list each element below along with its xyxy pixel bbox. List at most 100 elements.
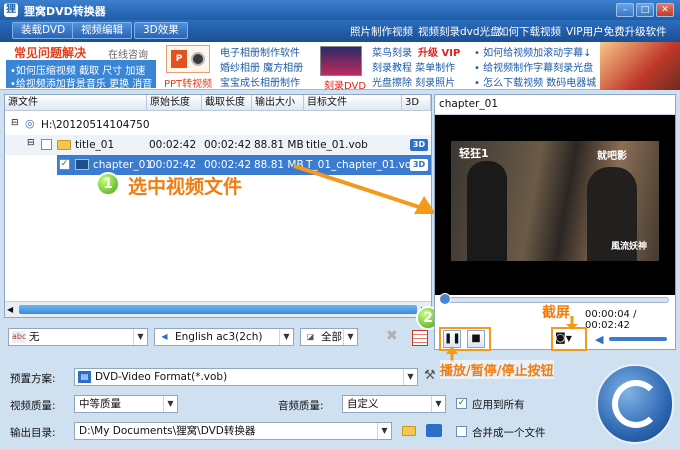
- browse-folder-icon[interactable]: [402, 426, 416, 436]
- clear-list-icon[interactable]: [412, 330, 428, 346]
- output-dir-input[interactable]: D:\My Documents\狸窝\DVD转换器 ▼: [74, 422, 392, 440]
- seek-handle[interactable]: [439, 293, 451, 305]
- time-current: 00:00:04: [585, 309, 630, 320]
- open-folder-icon[interactable]: [426, 424, 442, 437]
- faq-line-music[interactable]: •给视频添加背景音乐 更换 消音: [10, 75, 152, 90]
- step1-caption: 选中视频文件: [128, 176, 243, 198]
- ad-disc-erase[interactable]: 光盘擦除 刻录照片: [372, 74, 455, 89]
- link-photo-video[interactable]: 照片制作视频: [350, 24, 413, 39]
- menu-bar: 装载DVD 视频编辑 3D效果 照片制作视频 视频刻录dvd光盘 如何下载视频 …: [0, 20, 680, 42]
- screenshot-button[interactable]: ◙▼: [555, 331, 572, 344]
- collapse-icon[interactable]: ⊟: [11, 118, 19, 128]
- chevron-down-icon: ▼: [133, 329, 147, 345]
- row-clip-length: 00:02:42: [204, 159, 252, 171]
- 3d-icon[interactable]: 3D: [410, 139, 428, 151]
- ad-subtitle-burn[interactable]: • 给视频制作字幕刻录光盘: [474, 59, 593, 74]
- row-orig-length: 00:02:42: [149, 139, 197, 151]
- video-quality-label: 视频质量:: [10, 400, 56, 412]
- audio-quality-label: 音频质量:: [278, 400, 324, 412]
- scroll-left-icon[interactable]: ◀: [7, 305, 13, 314]
- output-dir-value: D:\My Documents\狸窝\DVD转换器: [79, 425, 256, 437]
- col-source[interactable]: 源文件: [5, 95, 147, 111]
- col-target-file[interactable]: 目标文件: [304, 95, 402, 111]
- burn-dvd-link[interactable]: 刻录DVD: [324, 77, 366, 92]
- ad-novice-burn[interactable]: 菜鸟刻录: [372, 44, 412, 59]
- audio-quality-select[interactable]: 自定义 ▼: [342, 395, 446, 413]
- link-vip-upgrade[interactable]: VIP用户免费升级软件: [566, 24, 667, 39]
- ad-wedding-album[interactable]: 婚纱相册 魔方相册: [220, 59, 303, 74]
- row-name: title_01: [75, 139, 115, 151]
- ad-album-software[interactable]: 电子相册制作软件: [220, 44, 300, 59]
- ad-upgrade-vip[interactable]: 升级 VIP: [418, 44, 460, 59]
- ad-burn-tutorial[interactable]: 刻录教程 菜单制作: [372, 59, 455, 74]
- apply-all-checkbox[interactable]: ✓: [456, 398, 467, 409]
- root-path: H:\20120514104750: [41, 119, 150, 131]
- horizontal-scrollbar[interactable]: ◀ ▶: [5, 301, 431, 317]
- audio-track-select[interactable]: ◀ English ac3(2ch) ▼: [154, 328, 294, 346]
- link-download-video[interactable]: 如何下载视频: [498, 24, 561, 39]
- delete-icon[interactable]: ✖: [386, 328, 398, 344]
- row-size: 88.81 MB: [254, 139, 304, 151]
- scroll-thumb[interactable]: [19, 305, 417, 314]
- output-dir-label: 输出目录:: [10, 427, 56, 439]
- folder-icon: [57, 140, 71, 150]
- faq-box: •如何压缩视频 截取 尺寸 加速 •给视频添加背景音乐 更换 消音: [6, 60, 156, 90]
- row-target: title_01.vob: [306, 139, 368, 151]
- subtitle-select[interactable]: abc 无 ▼: [8, 328, 148, 346]
- arrow-to-screenshot: [566, 316, 578, 330]
- ad-banner: 常见问题解决 在线咨询 •如何压缩视频 截取 尺寸 加速 •给视频添加背景音乐 …: [0, 42, 680, 92]
- row-clip-length: 00:02:42: [204, 139, 252, 151]
- step1-badge: 1: [96, 172, 120, 196]
- chapter-checkbox[interactable]: ✓: [59, 159, 70, 170]
- merge-label: 合并成一个文件: [472, 427, 546, 439]
- convert-button[interactable]: [596, 364, 674, 444]
- close-button[interactable]: ✕: [656, 3, 674, 17]
- link-burn-dvd[interactable]: 视频刻录dvd光盘: [418, 24, 501, 39]
- video-quality-value: 中等质量: [79, 398, 121, 410]
- video-caption-left: 轻狂1: [459, 147, 489, 160]
- maximize-button[interactable]: □: [636, 3, 654, 17]
- video-caption-right: 就吧影: [597, 151, 627, 162]
- film-icon: ▤: [78, 371, 91, 383]
- col-clip-length[interactable]: 截取长度: [202, 95, 252, 111]
- col-3d[interactable]: 3D: [402, 95, 431, 111]
- title-checkbox[interactable]: [41, 139, 52, 150]
- audio-icon: ◀: [161, 332, 168, 341]
- range-select[interactable]: ◪ 全部 ▼: [300, 328, 358, 346]
- merge-checkbox[interactable]: [456, 426, 467, 437]
- table-row[interactable]: ⊟ title_01 00:02:42 00:02:42 88.81 MB ti…: [5, 135, 431, 155]
- video-edit-button[interactable]: 视频编辑: [72, 22, 132, 39]
- ppt-icon[interactable]: P: [166, 45, 210, 73]
- ad-download-digital[interactable]: • 怎么下载视频 数码电器城: [474, 74, 596, 89]
- chevron-down-icon: ▼: [403, 369, 417, 385]
- stop-icon: ■: [471, 333, 481, 344]
- tree-root-row[interactable]: ⊟ ◎ H:\20120514104750: [5, 115, 431, 135]
- faq-title: 常见问题解决: [14, 46, 87, 60]
- subtitle-icon: abc: [12, 331, 27, 343]
- load-dvd-button[interactable]: 装载DVD: [12, 22, 75, 39]
- minimize-button[interactable]: –: [616, 3, 634, 17]
- figure-left: [467, 161, 507, 261]
- video-caption-logo: 風流妖神: [611, 242, 648, 252]
- collapse-icon[interactable]: ⊟: [27, 138, 35, 148]
- ppt-to-video-link[interactable]: PPT转视频: [164, 75, 212, 90]
- game-ad-image[interactable]: [600, 42, 680, 90]
- video-player[interactable]: 轻狂1 就吧影 風流妖神: [435, 115, 675, 295]
- col-orig-length[interactable]: 原始长度: [147, 95, 202, 111]
- time-readout: 00:00:04 / 00:02:42: [585, 309, 637, 331]
- volume-slider[interactable]: [609, 337, 667, 341]
- settings-icon[interactable]: ⚒: [424, 368, 436, 383]
- video-quality-select[interactable]: 中等质量 ▼: [74, 395, 178, 413]
- time-total: 00:02:42: [585, 320, 630, 331]
- effect-3d-button[interactable]: 3D效果: [134, 22, 188, 39]
- ad-scroll-subtitle[interactable]: • 如何给视频加滚动字幕↓: [474, 44, 591, 59]
- ad-baby-album[interactable]: 宝宝成长相册制作: [220, 74, 300, 89]
- col-output-size[interactable]: 输出大小: [252, 95, 304, 111]
- burn-dvd-icon[interactable]: [320, 46, 362, 76]
- volume-icon[interactable]: ◀: [595, 333, 603, 346]
- chevron-down-icon: ▼: [431, 396, 445, 412]
- range-icon: ◪: [306, 332, 315, 341]
- stop-button[interactable]: ■: [467, 330, 485, 348]
- online-consult-link[interactable]: 在线咨询: [108, 46, 148, 61]
- preset-select[interactable]: ▤ DVD-Video Format(*.vob) ▼: [74, 368, 418, 386]
